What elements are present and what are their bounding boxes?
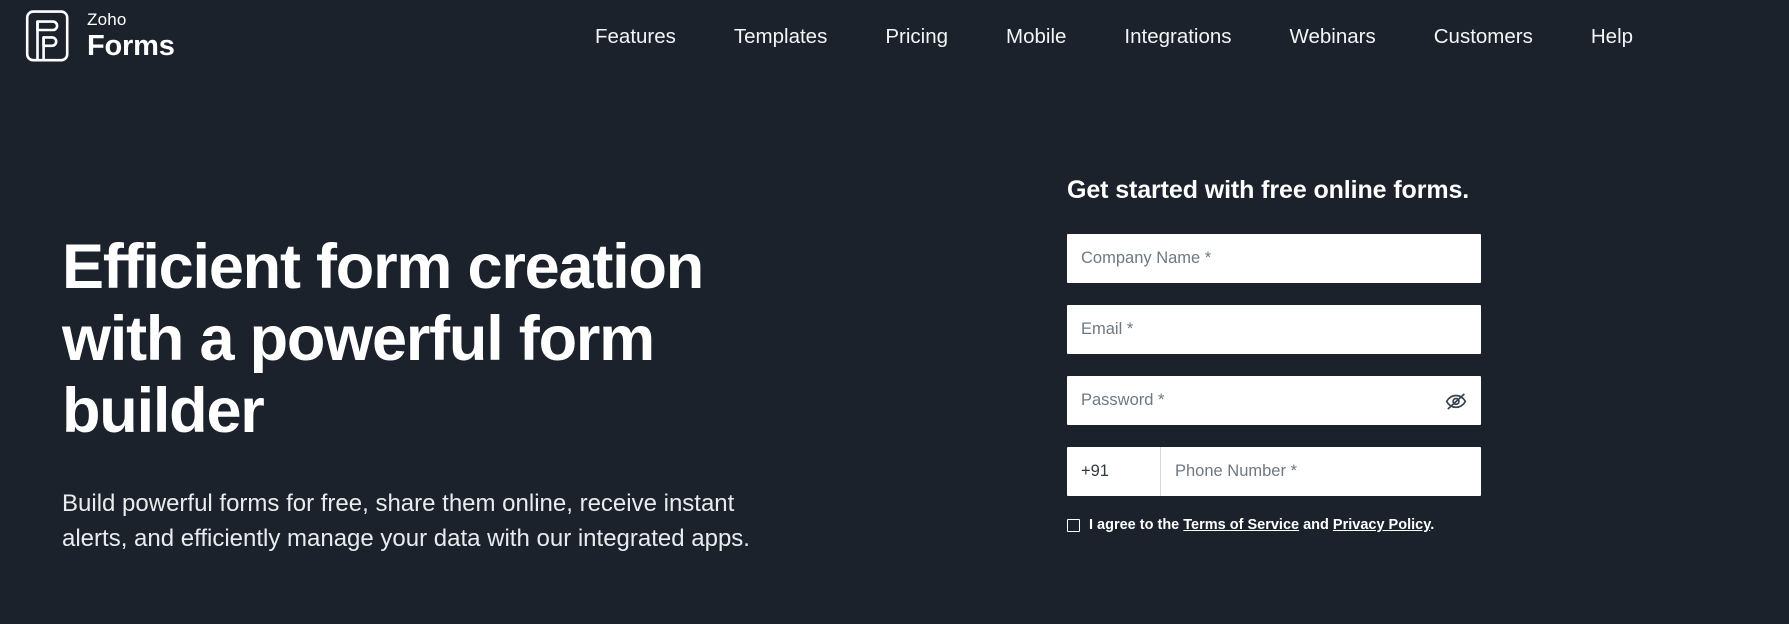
password-field[interactable] [1067,376,1481,425]
signup-panel: Get started with free online forms. Comp… [1067,176,1692,533]
nav-item-webinars[interactable]: Webinars [1290,0,1376,74]
terms-of-service-link[interactable]: Terms of Service [1183,517,1299,533]
phone-number-input[interactable] [1161,447,1481,496]
email-input[interactable] [1067,305,1481,354]
terms-prefix-text: I agree to the [1089,517,1184,533]
toggle-password-visibility-button[interactable] [1443,388,1469,414]
nav-item-features[interactable]: Features [595,0,676,74]
brand-product-name: Forms [87,29,175,62]
password-input[interactable] [1067,376,1481,425]
signup-form: +91 I agree to the Terms of Service and … [1067,234,1692,533]
brand-logo-link[interactable]: Zoho Forms [24,9,175,63]
terms-suffix-text: . [1430,517,1435,533]
nav-item-templates[interactable]: Templates [734,0,827,74]
hero-section: Efficient form creation with a powerful … [62,232,822,557]
nav-item-integrations[interactable]: Integrations [1124,0,1231,74]
site-header: Zoho Forms Features Templates Pricing Mo… [0,0,1789,74]
landing-page: Zoho Forms Features Templates Pricing Mo… [0,0,1789,624]
country-code-selector[interactable]: +91 [1067,447,1161,496]
terms-agreement-row: I agree to the Terms of Service and Priv… [1067,518,1692,533]
brand-company-name: Zoho [87,9,127,29]
privacy-policy-link[interactable]: Privacy Policy [1333,517,1430,533]
terms-agreement-label: I agree to the Terms of Service and Priv… [1089,518,1434,533]
brand-wordmark: Zoho Forms [87,11,175,61]
eye-off-icon [1445,393,1467,409]
hero-headline: Efficient form creation with a powerful … [62,232,704,446]
signup-heading: Get started with free online forms. [1067,176,1470,204]
nav-item-mobile[interactable]: Mobile [1006,0,1066,74]
nav-item-pricing[interactable]: Pricing [885,0,948,74]
company-name-field[interactable] [1067,234,1481,283]
company-name-input[interactable] [1067,234,1481,283]
primary-navigation: Features Templates Pricing Mobile Integr… [595,0,1633,74]
nav-item-customers[interactable]: Customers [1434,0,1533,74]
zoho-forms-logo-icon [25,10,69,62]
terms-agreement-checkbox[interactable] [1067,518,1080,532]
email-field[interactable] [1067,305,1481,354]
nav-item-help[interactable]: Help [1591,0,1633,74]
terms-conjunction-text: and [1299,517,1333,533]
phone-field[interactable]: +91 [1067,447,1481,496]
hero-subheadline: Build powerful forms for free, share the… [62,490,750,553]
